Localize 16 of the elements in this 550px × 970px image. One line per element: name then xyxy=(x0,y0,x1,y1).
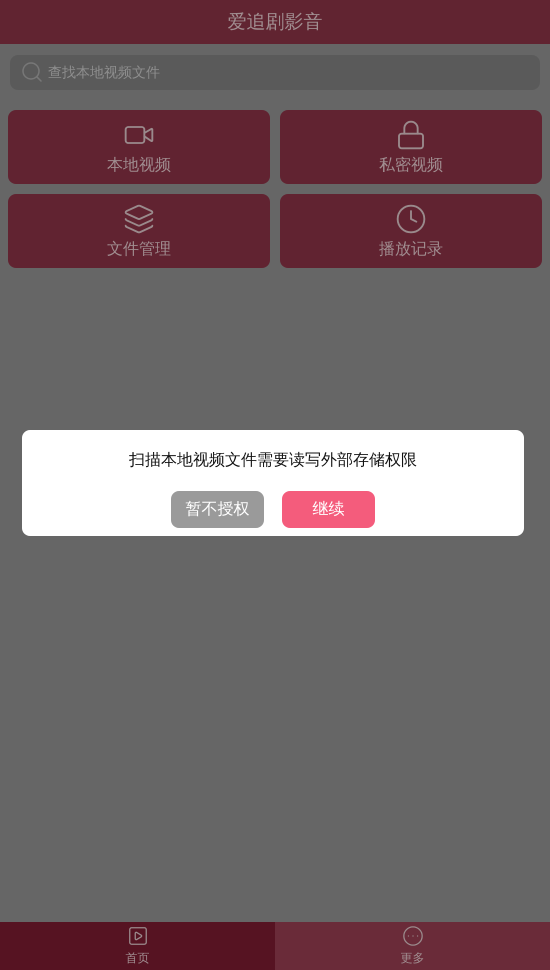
app-title: 爱追剧影音 xyxy=(228,10,322,35)
layers-icon xyxy=(123,202,155,234)
deny-button[interactable]: 暂不授权 xyxy=(171,491,264,528)
continue-button[interactable]: 继续 xyxy=(282,491,375,528)
padlock-icon xyxy=(395,118,427,150)
category-tile[interactable]: 本地视频 xyxy=(8,110,270,184)
category-tile[interactable]: 文件管理 xyxy=(8,194,270,268)
category-tile[interactable]: 播放记录 xyxy=(280,194,542,268)
dialog-message: 扫描本地视频文件需要读写外部存储权限 xyxy=(129,450,417,471)
search-icon xyxy=(20,60,44,84)
category-tile[interactable]: 私密视频 xyxy=(280,110,542,184)
nav-tab[interactable]: 更多 xyxy=(275,922,550,970)
clock-icon xyxy=(395,202,427,234)
ellipsis-circle-icon xyxy=(402,925,424,947)
nav-tab[interactable]: 首页 xyxy=(0,922,275,970)
play-square-icon xyxy=(126,925,148,947)
